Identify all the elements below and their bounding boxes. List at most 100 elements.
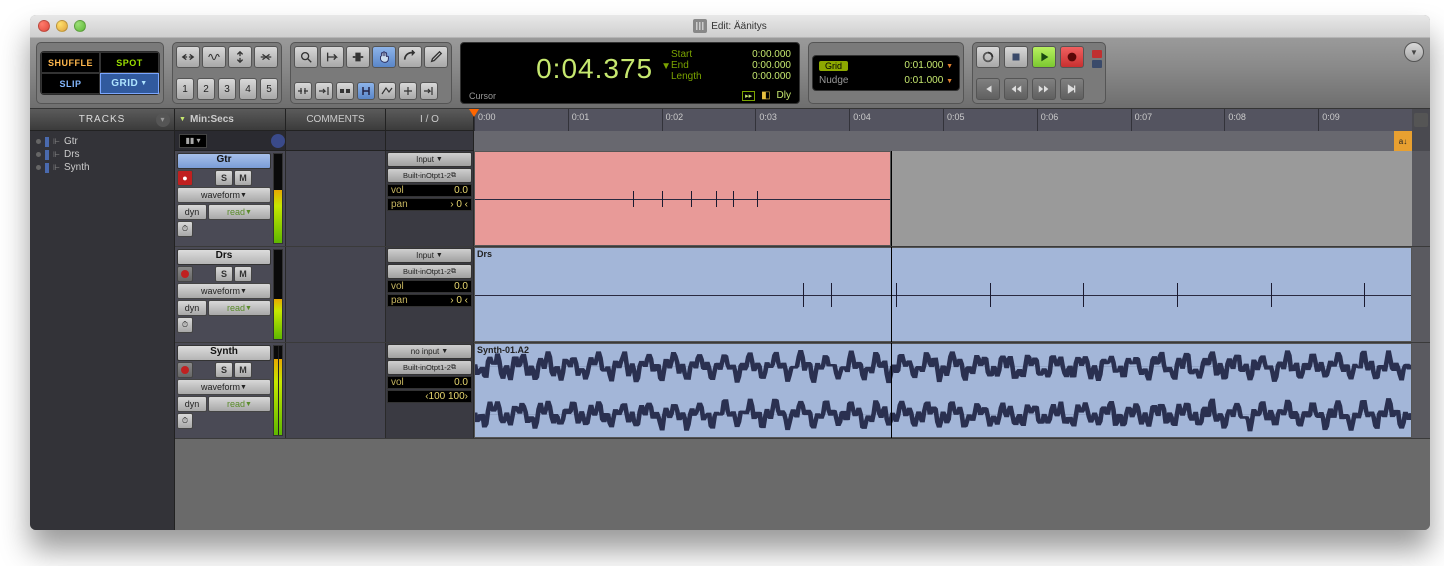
zoom-out-horiz-button[interactable] bbox=[176, 46, 200, 68]
elastic-audio-button[interactable]: dyn bbox=[177, 396, 207, 412]
stop-button[interactable] bbox=[1004, 46, 1028, 68]
mirrored-midi-button[interactable] bbox=[336, 82, 354, 100]
track-scroll-zone[interactable] bbox=[1412, 151, 1430, 246]
zoom-preset-4[interactable]: 4 bbox=[239, 78, 257, 100]
grid-value[interactable]: 0:01.000 ▼ bbox=[904, 60, 953, 71]
pencil-tool[interactable] bbox=[424, 46, 448, 68]
playhead-marker[interactable] bbox=[469, 109, 479, 117]
goto-end-button[interactable] bbox=[1060, 78, 1084, 100]
time-ruler[interactable]: 0:000:010:020:030:040:050:060:070:080:09 bbox=[473, 109, 1412, 131]
grid-mode[interactable]: GRID▼ bbox=[100, 73, 159, 94]
start-value[interactable]: 0:00.000 bbox=[752, 49, 791, 60]
elastic-audio-button[interactable]: dyn bbox=[177, 300, 207, 316]
trim-tool[interactable] bbox=[320, 46, 344, 68]
mute-button[interactable]: M bbox=[234, 362, 252, 378]
tab-to-transient-button[interactable] bbox=[315, 82, 333, 100]
input-selector[interactable]: Input ▼ bbox=[387, 248, 472, 263]
insertion-follows-button[interactable] bbox=[399, 82, 417, 100]
pan-display[interactable]: pan› 0 ‹ bbox=[387, 198, 472, 211]
zoom-preset-5[interactable]: 5 bbox=[260, 78, 278, 100]
input-selector[interactable]: no input ▼ bbox=[387, 344, 472, 359]
selector-tool[interactable] bbox=[346, 46, 370, 68]
output-selector[interactable]: Built-inOtpt1-2 ⧉ bbox=[387, 360, 472, 375]
output-selector[interactable]: Built-inOtpt1-2 ⧉ bbox=[387, 264, 472, 279]
volume-display[interactable]: vol0.0 bbox=[387, 280, 472, 293]
track-comments[interactable] bbox=[285, 247, 385, 342]
playhead-line[interactable] bbox=[891, 247, 892, 342]
dly-icon[interactable]: ◧ bbox=[761, 90, 770, 101]
online-button[interactable] bbox=[976, 46, 1000, 68]
track-timebase-button[interactable]: ⏱ bbox=[177, 413, 193, 429]
zoom-preset-1[interactable]: 1 bbox=[176, 78, 194, 100]
ruler-options-button[interactable] bbox=[1414, 113, 1428, 127]
link-timeline-button[interactable] bbox=[294, 82, 312, 100]
link-track-edit-button[interactable] bbox=[357, 82, 375, 100]
play-button[interactable] bbox=[1032, 46, 1056, 68]
record-enable-button[interactable]: ● bbox=[177, 170, 193, 186]
track-name[interactable]: Synth bbox=[177, 345, 271, 361]
audio-clip[interactable]: Synth-01.A2 bbox=[474, 343, 1412, 438]
track-scroll-zone[interactable] bbox=[1412, 247, 1430, 342]
track-height-selector[interactable]: ▮▮ ▾ bbox=[179, 134, 207, 148]
record-button[interactable] bbox=[1060, 46, 1084, 68]
shuffle-mode[interactable]: SHUFFLE bbox=[41, 52, 100, 73]
track-options-button[interactable] bbox=[271, 134, 285, 148]
automation-follows-button[interactable] bbox=[378, 82, 396, 100]
waveform-zoom-button[interactable] bbox=[202, 46, 226, 68]
layered-editing-button[interactable] bbox=[420, 82, 438, 100]
automation-mode-button[interactable]: read ▼ bbox=[208, 204, 271, 220]
track-timebase-button[interactable]: ⏱ bbox=[177, 221, 193, 237]
solo-button[interactable]: S bbox=[215, 362, 233, 378]
track-timeline[interactable] bbox=[473, 151, 1412, 246]
track-list-item[interactable]: ⊩Synth bbox=[32, 161, 172, 174]
audio-clip[interactable] bbox=[474, 151, 891, 246]
timeline-selection-icon[interactable]: ▸▸ bbox=[742, 91, 755, 101]
track-view-selector[interactable]: waveform ▼ bbox=[177, 283, 271, 299]
zoom-in-horiz-button[interactable] bbox=[254, 46, 278, 68]
pan-display[interactable]: ‹100 100› bbox=[387, 390, 472, 403]
track-view-selector[interactable]: waveform ▼ bbox=[177, 187, 271, 203]
playhead-line[interactable] bbox=[891, 343, 892, 438]
zoom-preset-3[interactable]: 3 bbox=[218, 78, 236, 100]
zoom-vert-button[interactable] bbox=[228, 46, 252, 68]
track-scroll-zone[interactable] bbox=[1412, 343, 1430, 438]
record-enable-button[interactable] bbox=[177, 362, 193, 378]
track-name[interactable]: Drs bbox=[177, 249, 271, 265]
track-list-item[interactable]: ⊩Drs bbox=[32, 148, 172, 161]
record-enable-button[interactable] bbox=[177, 266, 193, 282]
zoom-preset-2[interactable]: 2 bbox=[197, 78, 215, 100]
pan-display[interactable]: pan› 0 ‹ bbox=[387, 294, 472, 307]
zoomer-tool[interactable] bbox=[294, 46, 318, 68]
audio-clip[interactable]: Drs bbox=[474, 247, 1412, 342]
input-selector[interactable]: Input ▼ bbox=[387, 152, 472, 167]
volume-display[interactable]: vol0.0 bbox=[387, 184, 472, 197]
ruler-expand-icon[interactable]: ▼ bbox=[179, 116, 186, 123]
rtz-button[interactable] bbox=[976, 78, 1000, 100]
rewind-button[interactable] bbox=[1004, 78, 1028, 100]
expand-toolbar-button[interactable]: ▼ bbox=[1404, 42, 1424, 62]
grabber-tool[interactable] bbox=[372, 46, 396, 68]
track-timeline[interactable]: Synth-01.A2 bbox=[473, 343, 1412, 438]
length-value[interactable]: 0:00.000 bbox=[752, 71, 791, 82]
slip-mode[interactable]: SLIP bbox=[41, 73, 100, 94]
minsecs-ruler-label[interactable]: Min:Secs bbox=[190, 114, 234, 125]
tracks-menu-button[interactable]: ▾ bbox=[156, 113, 170, 127]
solo-button[interactable]: S bbox=[215, 266, 233, 282]
output-selector[interactable]: Built-inOtpt1-2 ⧉ bbox=[387, 168, 472, 183]
track-timeline[interactable]: Drs bbox=[473, 247, 1412, 342]
end-value[interactable]: 0:00.000 bbox=[752, 60, 791, 71]
main-time-display[interactable]: 0:04.375 bbox=[469, 47, 661, 99]
elastic-audio-button[interactable]: dyn bbox=[177, 204, 207, 220]
marker-button[interactable]: a↓ bbox=[1394, 131, 1412, 151]
volume-display[interactable]: vol0.0 bbox=[387, 376, 472, 389]
track-comments[interactable] bbox=[285, 151, 385, 246]
track-name[interactable]: Gtr bbox=[177, 153, 271, 169]
nudge-value[interactable]: 0:01.000 ▼ bbox=[904, 75, 953, 86]
automation-mode-button[interactable]: read ▼ bbox=[208, 300, 271, 316]
forward-button[interactable] bbox=[1032, 78, 1056, 100]
grid-label[interactable]: Grid bbox=[819, 61, 848, 71]
mute-button[interactable]: M bbox=[234, 170, 252, 186]
track-comments[interactable] bbox=[285, 343, 385, 438]
spot-mode[interactable]: SPOT bbox=[100, 52, 159, 73]
playhead-line[interactable] bbox=[891, 151, 892, 246]
